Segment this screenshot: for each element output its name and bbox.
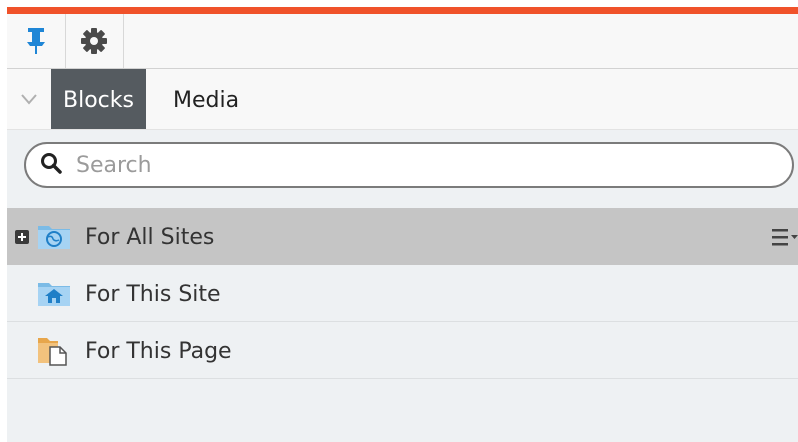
tree-item-label: For This Site xyxy=(85,282,221,307)
accent-bar xyxy=(7,7,798,14)
tree-item-label: For This Page xyxy=(85,339,232,364)
expand-icon[interactable] xyxy=(15,229,29,248)
globe-folder-icon xyxy=(37,222,71,254)
page-folder-icon xyxy=(37,336,71,370)
tab-bar: Blocks Media xyxy=(7,69,798,130)
tab-media[interactable]: Media xyxy=(161,69,251,129)
settings-button[interactable] xyxy=(65,14,124,68)
tree-item-label: For All Sites xyxy=(85,225,215,250)
folder-tree: For All Sites For This Site For This Pag… xyxy=(7,208,798,379)
search-field xyxy=(24,142,794,188)
assets-panel: Blocks Media Search For All Sites For Th… xyxy=(7,7,798,442)
context-menu-icon[interactable] xyxy=(772,226,798,252)
pin-button[interactable] xyxy=(7,14,66,68)
tree-item-for-all-sites[interactable]: For All Sites xyxy=(7,208,798,265)
chevron-down-icon[interactable] xyxy=(19,91,39,107)
home-folder-icon xyxy=(37,279,71,311)
pin-icon xyxy=(25,27,47,55)
search-icon xyxy=(40,152,62,178)
panel-toolbar xyxy=(7,14,798,69)
tree-item-for-this-page[interactable]: For This Page xyxy=(7,322,798,379)
gear-icon xyxy=(80,27,108,55)
search-box xyxy=(24,142,794,188)
search-input[interactable] xyxy=(74,151,728,179)
tree-item-for-this-site[interactable]: For This Site xyxy=(7,265,798,322)
tab-blocks[interactable]: Blocks xyxy=(51,69,146,129)
